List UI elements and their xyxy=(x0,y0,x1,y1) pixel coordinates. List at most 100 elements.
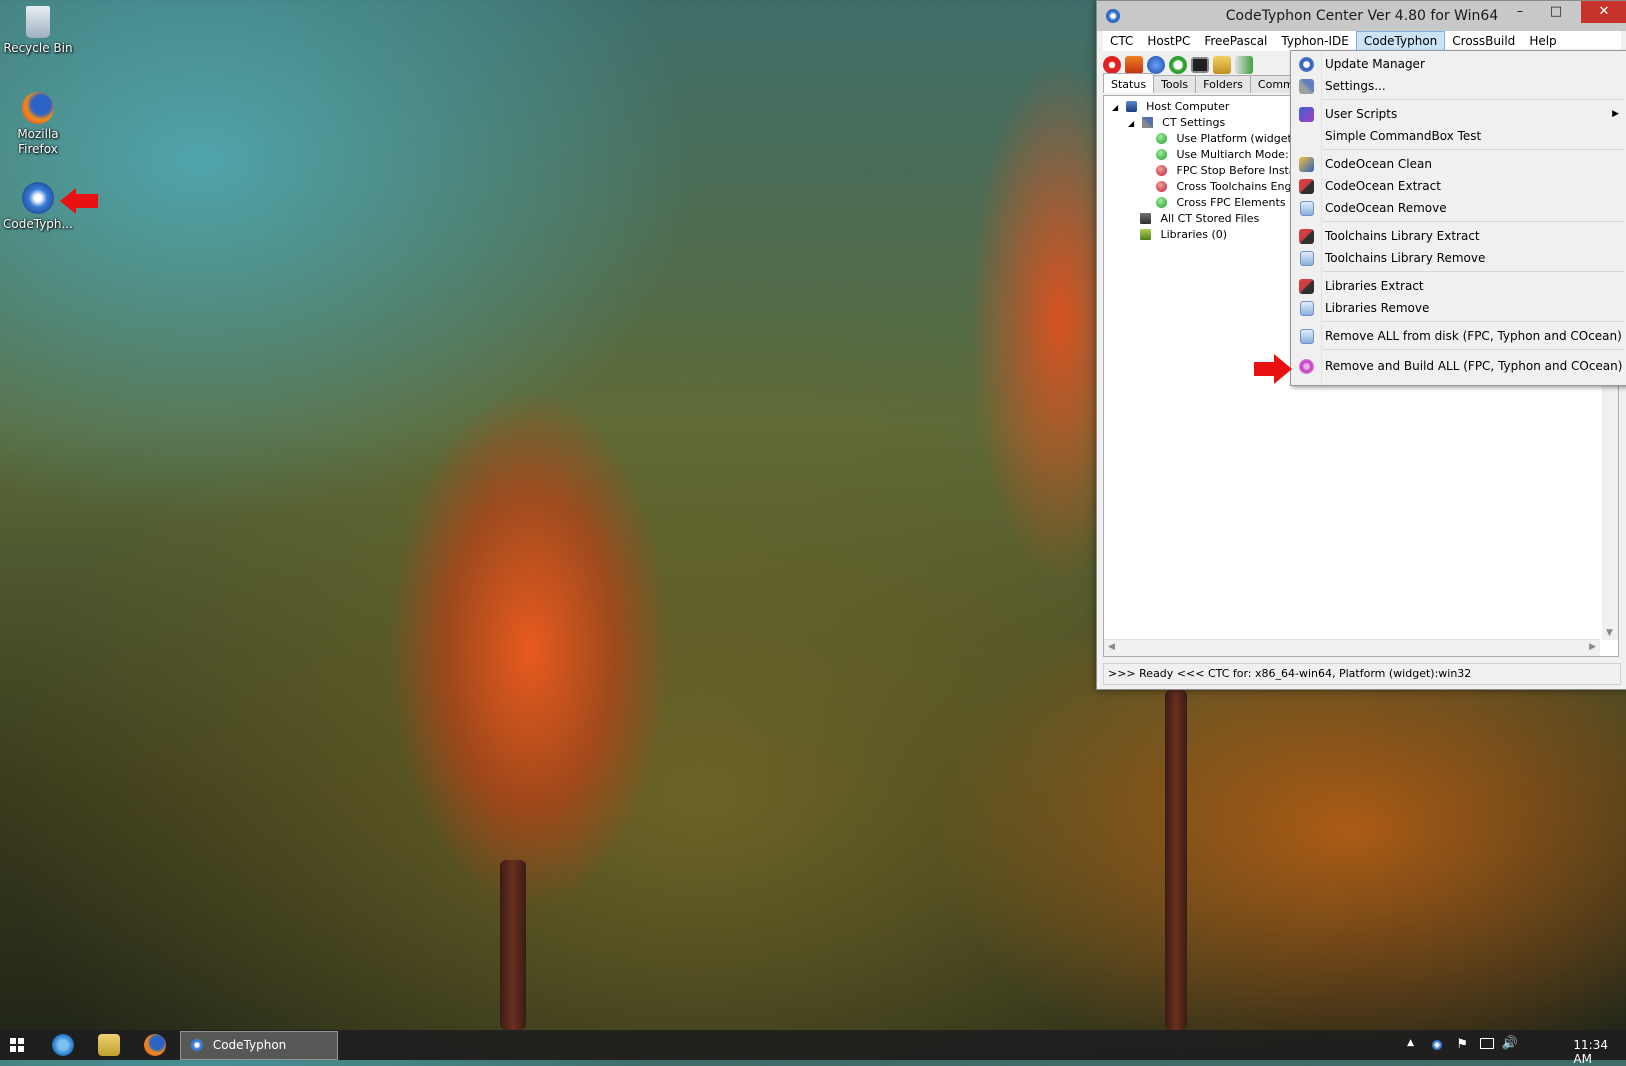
horizontal-scrollbar[interactable]: ◀ ▶ xyxy=(1104,639,1600,656)
extract-icon xyxy=(1299,279,1314,294)
tree-node-setting[interactable]: Cross FPC Elements Eng xyxy=(1156,195,1310,211)
maximize-button[interactable]: □ xyxy=(1541,1,1571,23)
network-icon[interactable] xyxy=(1480,1038,1494,1049)
menu-item-label: Libraries Extract xyxy=(1325,279,1424,293)
menu-item-toolchains-library-remove[interactable]: Toolchains Library Remove xyxy=(1291,247,1626,269)
file-explorer-icon[interactable] xyxy=(98,1034,120,1056)
menu-item-label: Libraries Remove xyxy=(1325,301,1430,315)
red-arrow-menu-item xyxy=(1254,354,1292,384)
menu-item-user-scripts[interactable]: User Scripts ▶ xyxy=(1291,103,1626,125)
menu-item-toolchains-library-extract[interactable]: Toolchains Library Extract xyxy=(1291,225,1626,247)
menu-typhon-ide[interactable]: Typhon-IDE xyxy=(1274,31,1355,51)
menu-codetyphon[interactable]: CodeTyphon xyxy=(1355,31,1446,51)
export-icon[interactable] xyxy=(1235,56,1253,74)
database-icon xyxy=(1140,213,1151,224)
menu-ctc[interactable]: CTC xyxy=(1103,31,1140,51)
clean-icon xyxy=(1299,157,1314,172)
wallpaper-flower-stem xyxy=(500,860,526,1030)
minimize-button[interactable]: – xyxy=(1505,1,1535,23)
tree-node-stored-files[interactable]: All CT Stored Files xyxy=(1140,211,1259,227)
refresh-icon[interactable] xyxy=(1169,56,1187,74)
internet-explorer-icon[interactable] xyxy=(52,1034,74,1056)
remove-icon xyxy=(1300,329,1314,344)
stop-icon[interactable] xyxy=(1103,56,1121,74)
show-hidden-icons-icon[interactable]: ▲ xyxy=(1407,1038,1414,1048)
taskbar: CodeTyphon ▲ ⚑ 🔊 11:34 AM xyxy=(0,1030,1626,1066)
tab-status[interactable]: Status xyxy=(1103,73,1155,93)
desktop-icon-label: Mozilla xyxy=(17,127,59,141)
terminal-icon[interactable] xyxy=(1191,57,1209,73)
desktop-icon-label: CodeTyph... xyxy=(3,217,73,231)
menu-freepascal[interactable]: FreePascal xyxy=(1197,31,1274,51)
menu-item-libraries-extract[interactable]: Libraries Extract xyxy=(1291,275,1626,297)
tools-icon xyxy=(1299,79,1314,94)
remove-icon xyxy=(1300,251,1314,266)
update-icon xyxy=(1299,57,1314,72)
scroll-right-icon[interactable]: ▶ xyxy=(1589,642,1596,652)
tree-node-setting[interactable]: Use Platform (widget): w xyxy=(1156,131,1312,147)
menu-crossbuild[interactable]: CrossBuild xyxy=(1445,31,1522,51)
collapse-icon[interactable]: ◢ xyxy=(1112,103,1118,112)
tree-node-ct-settings[interactable]: ◢ CT Settings xyxy=(1128,115,1225,131)
scripts-icon xyxy=(1299,107,1314,122)
tree-node-setting[interactable]: Cross Toolchains Engine xyxy=(1156,179,1308,195)
download-icon[interactable] xyxy=(1125,56,1143,74)
status-bar: >>> Ready <<< CTC for: x86_64-win64, Pla… xyxy=(1103,663,1621,685)
firefox-icon[interactable] xyxy=(144,1034,166,1056)
status-ok-icon xyxy=(1156,149,1167,160)
desktop-icon-label: Firefox xyxy=(18,142,58,156)
extract-icon xyxy=(1299,179,1314,194)
collapse-icon[interactable]: ◢ xyxy=(1128,119,1134,128)
menu-separator xyxy=(1323,221,1625,222)
menu-item-label: CodeOcean Extract xyxy=(1325,179,1441,193)
menu-item-settings[interactable]: Settings... xyxy=(1291,75,1626,97)
menu-help[interactable]: Help xyxy=(1522,31,1563,51)
tree-node-label: FPC Stop Before Install: xyxy=(1176,164,1306,177)
menu-item-label: Settings... xyxy=(1325,79,1386,93)
menu-item-remove-all[interactable]: Remove ALL from disk (FPC, Typhon and CO… xyxy=(1291,325,1626,347)
taskbar-app-codetyphon[interactable]: CodeTyphon xyxy=(180,1031,338,1060)
start-windows-icon[interactable] xyxy=(10,1038,24,1052)
codetyphon-tray-icon[interactable] xyxy=(1432,1040,1442,1050)
menu-item-codeocean-extract[interactable]: CodeOcean Extract xyxy=(1291,175,1626,197)
folder-icon[interactable] xyxy=(1213,56,1231,74)
clock[interactable]: 11:34 AM xyxy=(1573,1038,1608,1066)
scroll-down-icon[interactable]: ▼ xyxy=(1606,628,1613,638)
tab-tools[interactable]: Tools xyxy=(1153,75,1197,93)
close-button[interactable]: ✕ xyxy=(1581,1,1626,23)
help-icon[interactable] xyxy=(1147,56,1165,74)
action-center-flag-icon[interactable]: ⚑ xyxy=(1456,1037,1468,1052)
tab-strip: Status Tools Folders Commanc xyxy=(1103,73,1322,93)
library-icon xyxy=(1140,229,1151,240)
menu-item-remove-and-build-all[interactable]: Remove and Build ALL (FPC, Typhon and CO… xyxy=(1291,355,1626,377)
tree-node-host-computer[interactable]: ◢ Host Computer xyxy=(1112,99,1229,115)
desktop-icon-recycle-bin[interactable]: Recycle Bin xyxy=(0,6,76,56)
menu-item-label: Remove ALL from disk (FPC, Typhon and CO… xyxy=(1325,329,1622,343)
codetyphon-icon xyxy=(191,1039,203,1051)
menu-item-label: Simple CommandBox Test xyxy=(1325,129,1482,143)
menu-item-codeocean-clean[interactable]: CodeOcean Clean xyxy=(1291,153,1626,175)
tab-folders[interactable]: Folders xyxy=(1195,75,1251,93)
menu-hostpc[interactable]: HostPC xyxy=(1140,31,1197,51)
menu-separator xyxy=(1323,99,1625,100)
tree-node-libraries[interactable]: Libraries (0) xyxy=(1140,227,1227,243)
menu-item-libraries-remove[interactable]: Libraries Remove xyxy=(1291,297,1626,319)
menu-item-codeocean-remove[interactable]: CodeOcean Remove xyxy=(1291,197,1626,219)
menu-item-update-manager[interactable]: Update Manager xyxy=(1291,53,1626,75)
tree-node-setting[interactable]: Use Multiarch Mode: Tru xyxy=(1156,147,1309,163)
codetyphon-menu-dropdown: Update Manager Settings... User Scripts … xyxy=(1290,50,1626,386)
volume-icon[interactable]: 🔊 xyxy=(1502,1036,1518,1051)
scroll-left-icon[interactable]: ◀ xyxy=(1108,642,1115,652)
menu-separator xyxy=(1323,149,1625,150)
window-titlebar[interactable]: CodeTyphon Center Ver 4.80 for Win64 – □… xyxy=(1097,1,1626,31)
menu-separator xyxy=(1323,349,1625,350)
tree-node-setting[interactable]: FPC Stop Before Install: xyxy=(1156,163,1305,179)
tools-icon xyxy=(1141,117,1153,128)
menu-item-label: Toolchains Library Remove xyxy=(1325,251,1486,265)
desktop-icon-firefox[interactable]: Mozilla Firefox xyxy=(0,92,76,157)
menu-item-simple-commandbox-test[interactable]: Simple CommandBox Test xyxy=(1291,125,1626,147)
remove-icon xyxy=(1300,301,1314,316)
remove-icon xyxy=(1300,201,1314,216)
menu-item-label: Toolchains Library Extract xyxy=(1325,229,1480,243)
menu-item-label: CodeOcean Remove xyxy=(1325,201,1447,215)
